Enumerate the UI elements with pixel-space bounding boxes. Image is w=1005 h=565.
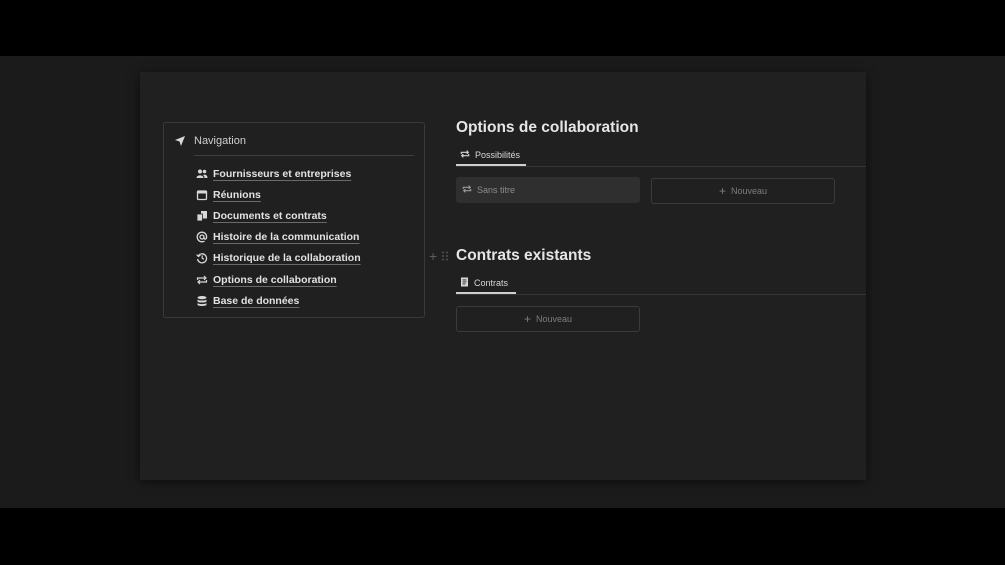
tab-possibilites[interactable]: Possibilités [456, 146, 526, 166]
navigation-arrow-icon [174, 135, 186, 147]
nav-item-communication[interactable]: Histoire de la communication [196, 227, 361, 248]
collaboration-section-title: Options de collaboration [456, 119, 639, 136]
navigation-header: Navigation [174, 135, 246, 147]
tab-contrats[interactable]: Contrats [456, 274, 516, 294]
navigation-list: Fournisseurs et entreprises Réunions Doc… [196, 163, 361, 311]
plus-icon: + [718, 184, 726, 198]
new-collaboration-button[interactable]: + Nouveau [651, 178, 835, 204]
nav-item-label: Options de collaboration [213, 273, 337, 286]
people-icon [196, 168, 208, 180]
nav-item-fournisseurs[interactable]: Fournisseurs et entreprises [196, 163, 361, 184]
navigation-divider [194, 155, 414, 156]
nav-item-label: Réunions [213, 188, 261, 201]
nav-item-historique[interactable]: Historique de la collaboration [196, 248, 361, 269]
new-button-label: Nouveau [730, 186, 768, 196]
nav-item-documents[interactable]: Documents et contrats [196, 205, 361, 226]
add-block-icon[interactable]: + [429, 249, 437, 263]
gallery-card-untitled[interactable]: Sans titre [456, 177, 640, 203]
documents-icon [196, 210, 208, 222]
nav-item-label: Base de données [213, 294, 300, 307]
new-button-label: Nouveau [535, 314, 573, 324]
contracts-section-title: Contrats existants [456, 247, 592, 264]
tab-divider [456, 166, 866, 167]
history-icon [196, 252, 208, 264]
tab-label: Possibilités [475, 150, 521, 160]
repeat-icon [460, 146, 470, 164]
nav-item-base-de-donnees[interactable]: Base de données [196, 290, 361, 311]
tab-divider [456, 294, 866, 295]
navigation-card: Navigation Fournisseurs et entreprises R… [163, 122, 425, 318]
navigation-title: Navigation [194, 135, 246, 147]
nav-item-label: Histoire de la communication [213, 231, 360, 244]
repeat-icon [196, 274, 208, 286]
document-icon [460, 274, 469, 292]
nav-item-reunions[interactable]: Réunions [196, 184, 361, 205]
new-contract-button[interactable]: + Nouveau [456, 306, 640, 332]
database-icon [196, 295, 208, 307]
notion-page: Navigation Fournisseurs et entreprises R… [140, 72, 866, 480]
plus-icon: + [523, 312, 531, 326]
block-handle[interactable]: + [429, 249, 449, 263]
at-sign-icon [196, 231, 208, 243]
nav-item-label: Documents et contrats [213, 209, 327, 222]
nav-item-label: Fournisseurs et entreprises [213, 167, 352, 180]
nav-item-options[interactable]: Options de collaboration [196, 269, 361, 290]
calendar-icon [196, 189, 208, 201]
drag-handle-icon[interactable] [442, 251, 449, 261]
nav-item-label: Historique de la collaboration [213, 252, 361, 265]
repeat-icon [462, 184, 472, 196]
card-title: Sans titre [477, 185, 516, 195]
tab-label: Contrats [474, 278, 509, 288]
